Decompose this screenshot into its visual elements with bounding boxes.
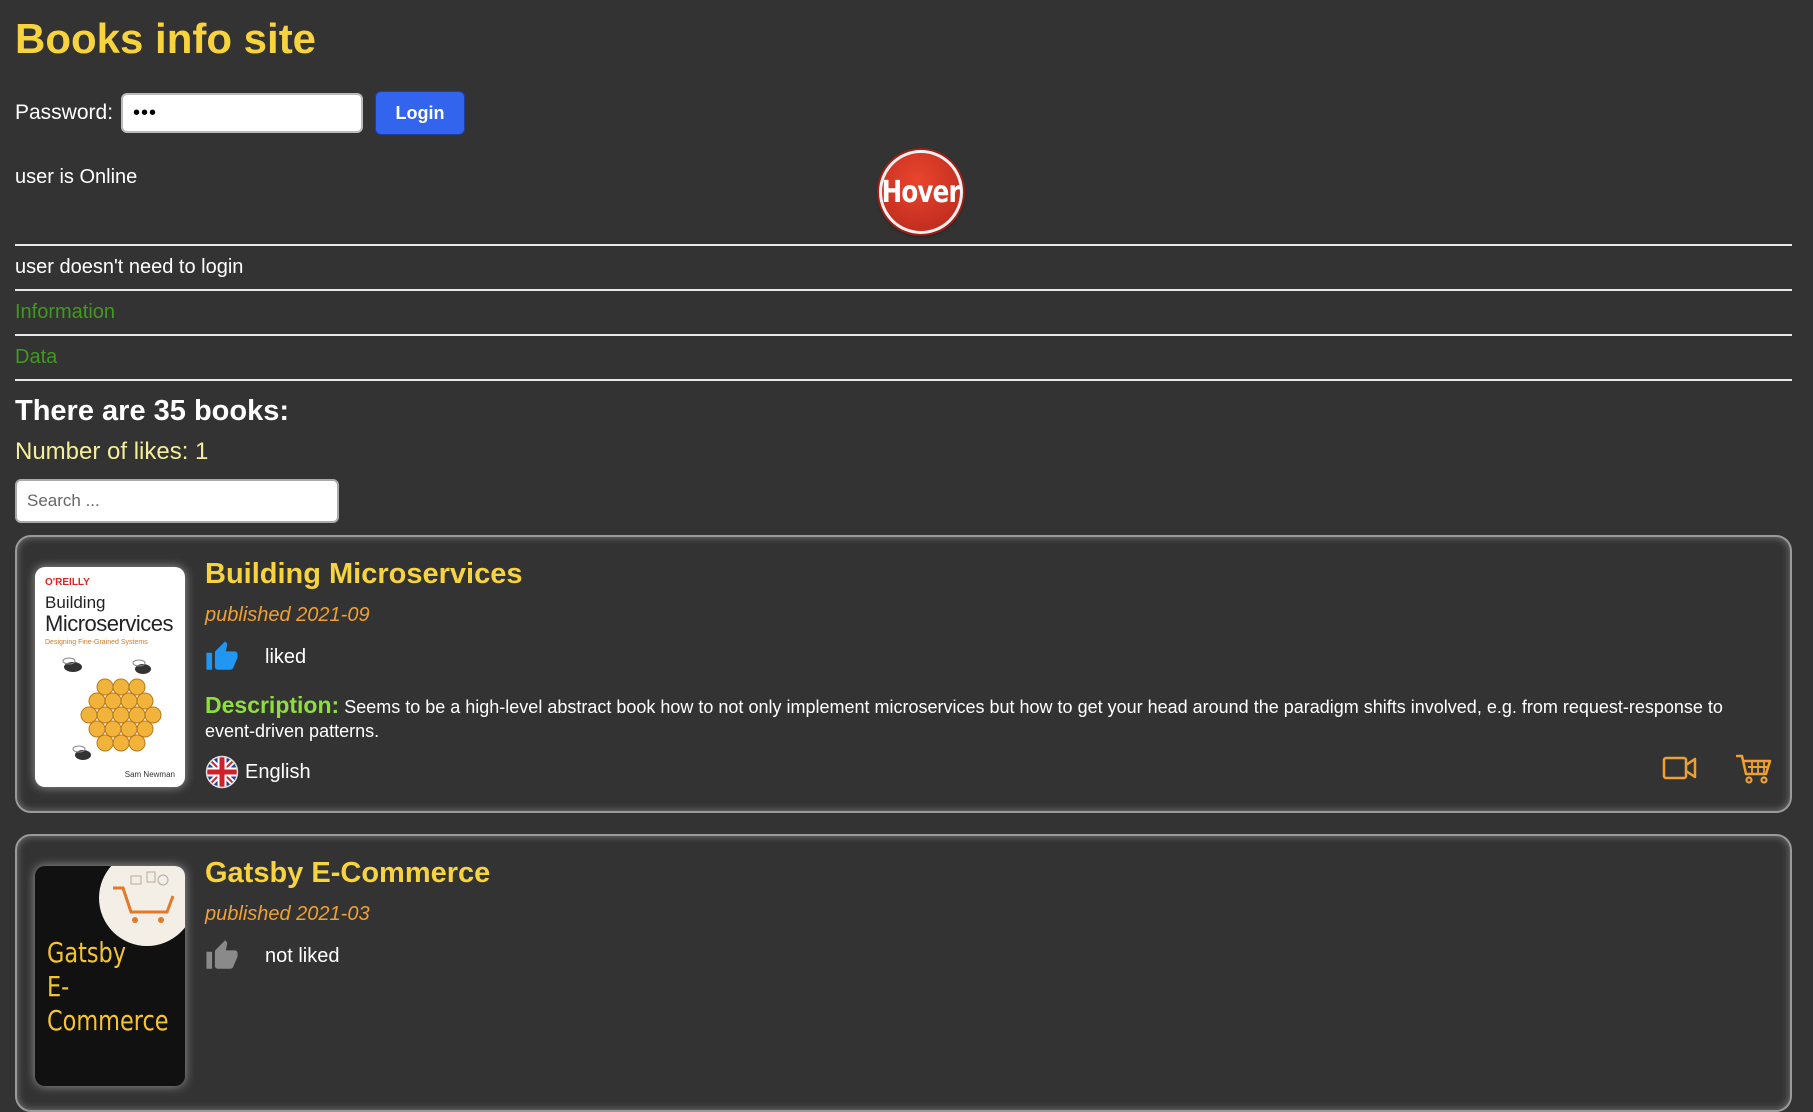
language-row: English (205, 755, 1770, 789)
like-row: not liked (205, 936, 1770, 976)
cover-title-line1: Gatsby (47, 936, 127, 969)
online-status: user is Online (15, 166, 138, 188)
video-icon[interactable] (1662, 753, 1698, 783)
book-cover: O'REILLY Building Microservices Designin… (35, 567, 185, 787)
book-title: Gatsby E-Commerce (205, 857, 491, 889)
site-title: Books info site (15, 15, 317, 62)
hover-button[interactable]: Hover (879, 150, 963, 234)
book-title: Building Microservices (205, 558, 523, 590)
nav-information-link[interactable]: Information (15, 291, 1792, 334)
honeycomb-bees-illustration (62, 657, 162, 760)
book-published: published 2021-03 (205, 903, 370, 925)
cover-author: Sam Newman (124, 770, 175, 779)
nav-data-link[interactable]: Data (15, 336, 1792, 379)
book-card: O'REILLY Building Microservices Designin… (15, 535, 1792, 813)
thumbs-up-icon[interactable] (205, 640, 239, 674)
book-published: published 2021-09 (205, 604, 370, 626)
search-input[interactable] (15, 479, 339, 523)
description-label: Description: (205, 692, 340, 718)
login-button[interactable]: Login (375, 91, 466, 135)
divider (15, 379, 1792, 381)
hover-button-label: Hover (881, 174, 961, 210)
uk-flag-icon (205, 755, 239, 789)
like-status: not liked (265, 944, 340, 967)
book-cover: Gatsby E-Commerce (35, 866, 185, 1086)
like-status: liked (265, 645, 307, 668)
book-count-heading: There are 35 books: (15, 395, 289, 427)
cart-icon[interactable] (1736, 753, 1772, 785)
description-text: Seems to be a high-level abstract book h… (205, 697, 1723, 741)
book-details: Building Microservices published 2021-09… (205, 555, 1770, 789)
status-area: user is Online Hover (15, 136, 1792, 244)
login-form: Password: Login (15, 90, 1792, 136)
thumbs-up-icon[interactable] (205, 939, 239, 973)
likes-count: Number of likes: 1 (15, 438, 209, 465)
language-label: English (245, 760, 311, 783)
password-label: Password: (15, 101, 114, 124)
book-card: Gatsby E-Commerce Gatsby E-Commerce publ… (15, 834, 1792, 1112)
book-details: Gatsby E-Commerce published 2021-03 not … (205, 854, 1770, 976)
book-description: Description: Seems to be a high-level ab… (205, 693, 1770, 743)
card-actions (1662, 753, 1772, 785)
like-row: liked (205, 637, 1770, 677)
login-note: user doesn't need to login (15, 256, 244, 278)
cover-title-line2: E-Commerce (47, 970, 169, 1037)
password-input[interactable] (121, 93, 364, 133)
